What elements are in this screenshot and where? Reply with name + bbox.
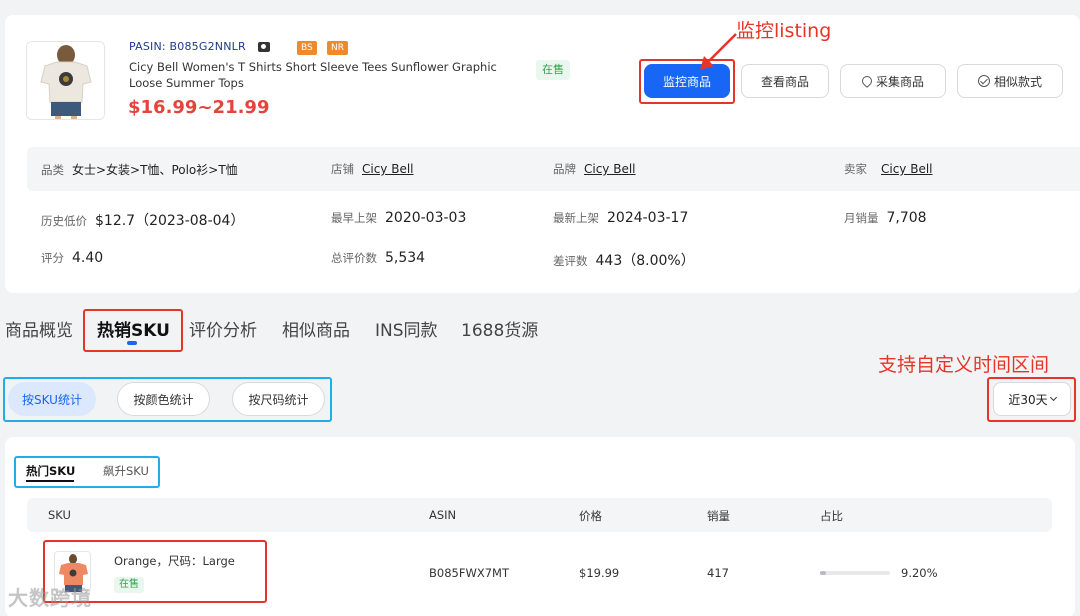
check-circle-icon <box>977 75 990 87</box>
nr-tag: NR <box>327 41 348 55</box>
info-rating: 评分 4.40 <box>41 250 103 266</box>
product-pasin: PASIN: B085G2NNLR <box>129 40 246 53</box>
share-progress-bar <box>820 571 890 575</box>
lowest-price-value: $12.7（2023-08-04） <box>95 213 245 229</box>
product-image[interactable] <box>26 41 105 120</box>
info-seller: 卖家 Cicy Bell <box>844 161 933 177</box>
earliest-listed-label: 最早上架 <box>331 211 377 225</box>
total-reviews-label: 总评价数 <box>331 251 377 265</box>
tab-ins-same[interactable]: INS同款 <box>375 316 438 341</box>
collect-product-button[interactable]: 采集商品 <box>840 64 946 98</box>
view-product-label: 查看商品 <box>760 74 809 89</box>
share-progress-fill <box>820 571 827 575</box>
bad-reviews-label: 差评数 <box>553 254 588 268</box>
collect-product-label: 采集商品 <box>875 74 924 89</box>
bs-tag: BS <box>297 41 317 55</box>
monthly-sales-value: 7,708 <box>886 210 927 226</box>
sku-sales: 417 <box>707 566 729 580</box>
subtab-highlight-box <box>14 456 160 488</box>
lowest-price-label: 历史低价 <box>41 214 87 228</box>
watermark-logo: 大数跨境 <box>8 586 92 610</box>
info-total-reviews: 总评价数 5,534 <box>331 250 425 266</box>
camera-icon[interactable] <box>258 42 270 52</box>
sku-share: 9.20% <box>901 566 938 580</box>
sku-asin[interactable]: B085FWX7MT <box>429 566 509 580</box>
rating-label: 评分 <box>41 251 64 265</box>
info-latest-listed: 最新上架 2024-03-17 <box>553 210 688 226</box>
seller-link[interactable]: Cicy Bell <box>881 162 933 176</box>
hot-sku-highlight-box <box>83 309 183 352</box>
info-brand: 品牌 Cicy Bell <box>553 161 636 177</box>
info-bad-reviews: 差评数 443（8.00%） <box>553 250 695 270</box>
range-highlight-box <box>987 377 1076 422</box>
info-category-label: 品类 <box>41 163 64 177</box>
header-asin: ASIN <box>429 508 457 522</box>
latest-listed-value: 2024-03-17 <box>607 210 689 226</box>
info-store: 店铺 Cicy Bell <box>331 161 414 177</box>
bad-reviews-value: 443（8.00%） <box>595 253 695 269</box>
earliest-listed-value: 2020-03-03 <box>385 210 467 226</box>
store-link[interactable]: Cicy Bell <box>362 162 414 176</box>
info-category-value[interactable]: 女士>女装>T恤、Polo衫>T恤 <box>72 163 238 177</box>
status-badge: 在售 <box>536 60 570 80</box>
similar-style-button[interactable]: 相似款式 <box>957 64 1063 98</box>
info-earliest-listed: 最早上架 2020-03-03 <box>331 210 466 226</box>
heart-icon <box>859 73 875 89</box>
tab-1688-source[interactable]: 1688货源 <box>461 316 538 341</box>
similar-style-label: 相似款式 <box>993 74 1042 89</box>
header-sales: 销量 <box>707 509 730 523</box>
info-seller-label: 卖家 <box>844 162 867 176</box>
stat-mode-highlight-box <box>3 377 332 422</box>
table-header <box>27 498 1052 532</box>
monthly-sales-label: 月销量 <box>844 211 879 225</box>
product-title[interactable]: Cicy Bell Women's T Shirts Short Sleeve … <box>129 59 509 91</box>
header-share: 占比 <box>820 509 843 523</box>
info-brand-label: 品牌 <box>553 162 576 176</box>
tab-similar-products[interactable]: 相似商品 <box>282 316 350 341</box>
info-category: 品类 女士>女装>T恤、Polo衫>T恤 <box>41 161 238 178</box>
latest-listed-label: 最新上架 <box>553 211 599 225</box>
total-reviews-value: 5,534 <box>385 250 426 266</box>
sku-price: $19.99 <box>579 566 620 580</box>
header-price: 价格 <box>579 509 602 523</box>
header-sku: SKU <box>48 508 71 522</box>
info-lowest-price: 历史低价 $12.7（2023-08-04） <box>41 210 244 230</box>
rating-value: 4.40 <box>72 250 104 266</box>
info-store-label: 店铺 <box>331 162 354 176</box>
custom-range-annotation: 支持自定义时间区间 <box>878 354 1050 376</box>
product-price: $16.99~21.99 <box>128 97 270 118</box>
info-monthly-sales: 月销量 7,708 <box>844 210 927 226</box>
tab-review-analysis[interactable]: 评价分析 <box>189 316 257 341</box>
brand-link[interactable]: Cicy Bell <box>584 162 636 176</box>
monitor-listing-annotation: 监控listing <box>736 20 832 42</box>
view-product-button[interactable]: 查看商品 <box>741 64 829 98</box>
tab-overview[interactable]: 商品概览 <box>5 316 73 341</box>
